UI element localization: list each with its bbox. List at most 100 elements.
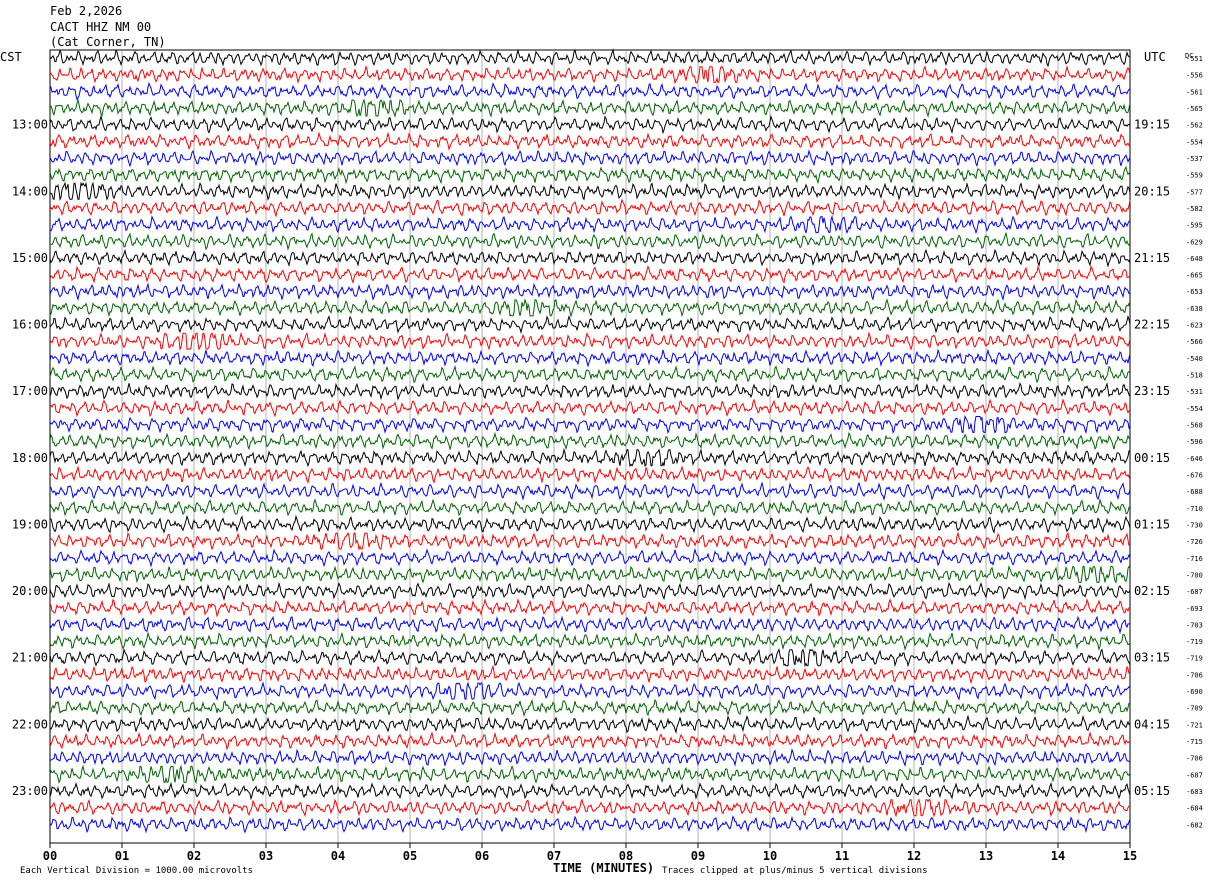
left-hour-label: 19:00 bbox=[12, 517, 48, 531]
seismic-trace bbox=[49, 781, 1131, 801]
right-hour-label: 04:15 bbox=[1134, 717, 1170, 731]
helicorder-plot: 00 01 02 03 04 05 06 07 08 09 10 11 12 13 14 15-551-556… bbox=[12, 48, 1203, 863]
seismic-trace bbox=[49, 547, 1131, 568]
dc-offset-label: -719 bbox=[1186, 638, 1203, 646]
dc-offset-label: -595 bbox=[1186, 222, 1203, 230]
dc-offset-label: -577 bbox=[1186, 188, 1203, 196]
dc-offset-label: -646 bbox=[1186, 455, 1203, 463]
seismic-trace bbox=[49, 431, 1131, 451]
right-hour-label: 01:15 bbox=[1134, 517, 1170, 531]
x-tick-label: 05 bbox=[403, 849, 417, 863]
x-tick-label: 02 bbox=[187, 849, 201, 863]
seismic-trace bbox=[49, 447, 1131, 468]
seismic-trace bbox=[49, 664, 1130, 685]
right-hour-label: 20:15 bbox=[1134, 184, 1170, 198]
seismic-trace bbox=[49, 464, 1131, 484]
dc-offset-label: -629 bbox=[1186, 238, 1203, 246]
seismic-trace bbox=[49, 248, 1131, 268]
right-hour-label: 02:15 bbox=[1134, 584, 1170, 598]
seismic-trace bbox=[49, 815, 1131, 834]
seismic-trace bbox=[49, 131, 1131, 152]
dc-offset-label: -531 bbox=[1186, 388, 1203, 396]
seismic-trace bbox=[49, 581, 1131, 601]
dc-offset-label: -683 bbox=[1186, 788, 1203, 796]
seismic-trace bbox=[49, 331, 1131, 351]
dc-offset-label: -623 bbox=[1186, 322, 1203, 330]
dc-offset-label: -687 bbox=[1186, 588, 1203, 596]
dc-offset-label: -693 bbox=[1186, 605, 1203, 613]
seismic-trace bbox=[49, 698, 1131, 718]
seismic-trace bbox=[49, 98, 1131, 118]
seismic-trace bbox=[49, 798, 1131, 818]
dc-offset-label: -688 bbox=[1186, 488, 1203, 496]
dc-offset-label: -540 bbox=[1186, 355, 1203, 363]
left-hour-label: 18:00 bbox=[12, 451, 48, 465]
seismic-trace bbox=[49, 114, 1131, 135]
scale-note: Each Vertical Division = 1000.00 microvo… bbox=[20, 866, 253, 876]
x-tick-label: 15 bbox=[1123, 849, 1137, 863]
dc-offset-label: -568 bbox=[1186, 422, 1203, 430]
seismic-trace bbox=[49, 398, 1131, 418]
right-hour-label: 23:15 bbox=[1134, 384, 1170, 398]
left-hour-label: 13:00 bbox=[12, 118, 48, 132]
dc-offset-label: -716 bbox=[1186, 555, 1203, 563]
seismic-trace bbox=[49, 731, 1131, 751]
left-hour-label: 17:00 bbox=[12, 384, 48, 398]
seismic-trace bbox=[50, 514, 1131, 534]
left-hour-label: 22:00 bbox=[12, 717, 48, 731]
x-tick-label: 09 bbox=[691, 849, 705, 863]
seismic-trace bbox=[49, 647, 1131, 668]
seismic-trace bbox=[49, 615, 1131, 635]
seismic-trace bbox=[49, 198, 1131, 218]
dc-offset-label: -684 bbox=[1186, 805, 1203, 813]
seismic-trace bbox=[49, 681, 1131, 701]
seismic-trace bbox=[49, 81, 1131, 101]
seismic-trace bbox=[49, 414, 1131, 435]
left-hour-label: 16:00 bbox=[12, 318, 48, 332]
seismic-trace bbox=[49, 165, 1131, 185]
seismic-trace bbox=[49, 631, 1131, 651]
seismic-trace bbox=[49, 214, 1131, 235]
dc-offset-label: -537 bbox=[1186, 155, 1203, 163]
x-tick-label: 03 bbox=[259, 849, 273, 863]
left-hour-label: 15:00 bbox=[12, 251, 48, 265]
dc-offset-label: -719 bbox=[1186, 655, 1203, 663]
seismic-trace bbox=[49, 149, 1131, 168]
seismic-trace bbox=[49, 382, 1131, 401]
dc-offset-label: -554 bbox=[1186, 405, 1203, 413]
dc-offset-label: -715 bbox=[1186, 738, 1203, 746]
dc-offset-label: -730 bbox=[1186, 521, 1203, 529]
dc-offset-label: -709 bbox=[1186, 705, 1203, 713]
dc-offset-label: -562 bbox=[1186, 122, 1203, 130]
left-hour-label: 20:00 bbox=[12, 584, 48, 598]
x-tick-label: 11 bbox=[835, 849, 849, 863]
x-tick-label: 13 bbox=[979, 849, 993, 863]
dc-header: DC bbox=[1185, 52, 1193, 60]
dc-offset-label: -706 bbox=[1186, 755, 1203, 763]
seismic-trace bbox=[49, 64, 1131, 85]
seismic-trace bbox=[49, 348, 1131, 368]
dc-offset-label: -565 bbox=[1186, 105, 1203, 113]
seismic-trace bbox=[49, 498, 1131, 517]
dc-offset-label: -596 bbox=[1186, 438, 1203, 446]
seismic-trace bbox=[49, 747, 1131, 768]
seismic-trace bbox=[49, 531, 1131, 551]
right-hour-label: 00:15 bbox=[1134, 451, 1170, 465]
x-tick-label: 06 bbox=[475, 849, 489, 863]
seismic-trace bbox=[49, 364, 1131, 384]
dc-offset-label: -721 bbox=[1186, 721, 1203, 729]
dc-offset-label: -638 bbox=[1186, 305, 1203, 313]
right-hour-label: 05:15 bbox=[1134, 784, 1170, 798]
seismic-trace bbox=[49, 265, 1131, 285]
dc-offset-label: -518 bbox=[1186, 372, 1203, 380]
clip-note: Traces clipped at plus/minus 5 vertical … bbox=[662, 866, 928, 876]
left-hour-label: 14:00 bbox=[12, 184, 48, 198]
dc-offset-label: -706 bbox=[1186, 671, 1203, 679]
dc-offset-label: -682 bbox=[1186, 821, 1203, 829]
dc-offset-label: -566 bbox=[1186, 338, 1203, 346]
seismic-trace bbox=[49, 565, 1131, 584]
dc-offset-label: -726 bbox=[1186, 538, 1203, 546]
dc-offset-label: -687 bbox=[1186, 771, 1203, 779]
left-hour-label: 21:00 bbox=[12, 651, 48, 665]
left-hour-label: 23:00 bbox=[12, 784, 48, 798]
